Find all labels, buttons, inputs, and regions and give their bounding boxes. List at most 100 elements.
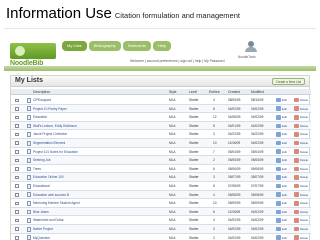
edit-icon[interactable] [276,132,281,137]
edit-icon[interactable] [276,200,281,206]
delete-icon[interactable] [294,183,299,189]
delete-link[interactable]: Delete [300,156,308,164]
delete-icon[interactable] [294,114,299,120]
delete-icon[interactable] [294,175,299,180]
edit-link[interactable]: Edit [282,139,287,147]
delete-link[interactable]: Delete [300,191,308,199]
row-description[interactable]: Education [33,113,47,121]
edit-link[interactable]: Edit [282,234,287,240]
row-checkbox[interactable] [15,150,19,154]
delete-icon[interactable] [294,218,299,223]
edit-link[interactable]: Edit [282,122,287,130]
delete-icon[interactable] [294,106,299,111]
account-links[interactable]: Welcome | account preferences | sign out… [130,59,225,63]
edit-link[interactable]: Edit [282,173,287,181]
delete-link[interactable]: Delete [300,139,308,147]
row-checkbox[interactable] [15,193,19,197]
row-description[interactable]: Segmentation Element [33,139,65,147]
delete-link[interactable]: Delete [300,199,308,207]
row-description[interactable]: Mentoring Mentee Student Agent [33,199,80,207]
row-checkbox[interactable] [15,141,19,145]
tab-notecards[interactable]: Notecards [122,41,151,51]
edit-icon[interactable] [276,140,281,146]
row-description[interactable]: Seeking Job [33,156,51,164]
row-description[interactable]: Blue Jeans [33,208,49,216]
delete-link[interactable]: Delete [300,130,308,138]
edit-link[interactable]: Edit [282,165,287,173]
delete-icon[interactable] [294,200,299,206]
edit-icon[interactable] [276,175,281,180]
table-row[interactable]: Education web sources B MLA Starter 4 05/08/… [11,190,311,200]
edit-icon[interactable] [276,209,281,215]
edit-icon[interactable] [276,192,281,197]
row-checkbox[interactable] [15,98,19,102]
delete-icon[interactable] [294,166,299,172]
delete-icon[interactable] [294,140,299,146]
edit-icon[interactable] [276,114,281,120]
edit-link[interactable]: Edit [282,113,287,121]
table-row[interactable]: Education MLA Starter 12 04/08/09 04/02/09 Edi… [11,113,311,122]
delete-link[interactable]: Delete [300,216,308,224]
row-checkbox[interactable] [15,115,19,120]
col-style[interactable]: Style [169,89,177,95]
delete-icon[interactable] [294,192,299,197]
delete-icon[interactable] [294,132,299,137]
delete-link[interactable]: Delete [300,113,308,121]
row-checkbox[interactable] [15,124,19,128]
edit-link[interactable]: Edit [282,225,287,233]
delete-icon[interactable] [294,226,299,232]
row-checkbox[interactable] [15,107,19,111]
delete-icon[interactable] [294,149,299,154]
row-description[interactable]: Jacob Project Collection [33,130,67,138]
row-description[interactable]: Project 10 Poetry Paper [33,105,67,113]
edit-icon[interactable] [276,123,281,129]
row-checkbox[interactable] [15,167,19,171]
edit-link[interactable]: Edit [282,182,287,190]
table-row[interactable]: Project 101 Notes for Education MLA Starte… [11,148,311,157]
edit-link[interactable]: Edit [282,96,287,104]
edit-link[interactable]: Edit [282,156,287,164]
row-checkbox[interactable] [15,175,19,180]
delete-link[interactable]: Delete [300,165,308,173]
create-new-list-button[interactable]: Create a New List [271,78,305,85]
delete-link[interactable]: Delete [300,225,308,233]
edit-icon[interactable] [276,226,281,232]
row-checkbox[interactable] [15,201,19,206]
edit-link[interactable]: Edit [282,199,287,207]
delete-link[interactable]: Delete [300,105,308,113]
table-row[interactable]: Project 10 Poetry Paper MLA Starter 8 04/02/… [11,104,311,114]
edit-link[interactable]: Edit [282,208,287,216]
edit-link[interactable]: Edit [282,105,287,113]
row-checkbox[interactable] [15,210,19,214]
table-row[interactable]: Trees MLA Starter 6 05/06/09 05/06/09 Edit Dele… [11,165,311,174]
table-row[interactable]: Blue Jeans MLA Starter 6 11/05/09 04/02/09 Edi… [11,207,311,217]
table-row[interactable]: Mentoring Mentee Student Agent MLA Starter… [11,199,311,208]
edit-link[interactable]: Edit [282,130,287,138]
row-description[interactable]: CIPEsupport [33,96,51,104]
edit-icon[interactable] [276,218,281,223]
row-description[interactable]: Education Online 100 [33,173,63,181]
delete-link[interactable]: Delete [300,173,308,181]
col-entries[interactable]: Entries [209,89,220,95]
edit-icon[interactable] [276,157,281,163]
edit-link[interactable]: Edit [282,191,287,199]
table-row[interactable]: Wolf's Lecture, Eddy Dickinson MLA Starter… [11,121,311,131]
table-row[interactable]: Native Project MLA Starter 3 04/02/09 04/02/0… [11,224,311,234]
row-checkbox[interactable] [15,236,19,240]
col-description[interactable]: Description [33,89,50,95]
row-checkbox[interactable] [15,218,19,223]
row-checkbox[interactable] [15,158,19,163]
row-description[interactable]: Wolf's Lecture, Eddy Dickinson [33,122,77,130]
edit-icon[interactable] [276,149,281,154]
edit-link[interactable]: Edit [282,216,287,224]
delete-icon[interactable] [294,123,299,129]
delete-link[interactable]: Delete [300,96,308,104]
row-description[interactable]: Education web sources B [33,191,69,199]
table-row[interactable]: Jacob Project Collection MLA Starter 3 04/22… [11,130,311,139]
edit-link[interactable]: Edit [282,148,287,156]
row-description[interactable]: Trees [33,165,41,173]
edit-icon[interactable] [276,235,281,240]
delete-link[interactable]: Delete [300,182,308,190]
edit-icon[interactable] [276,166,281,172]
tab-my-lists[interactable]: My Lists [62,41,87,51]
